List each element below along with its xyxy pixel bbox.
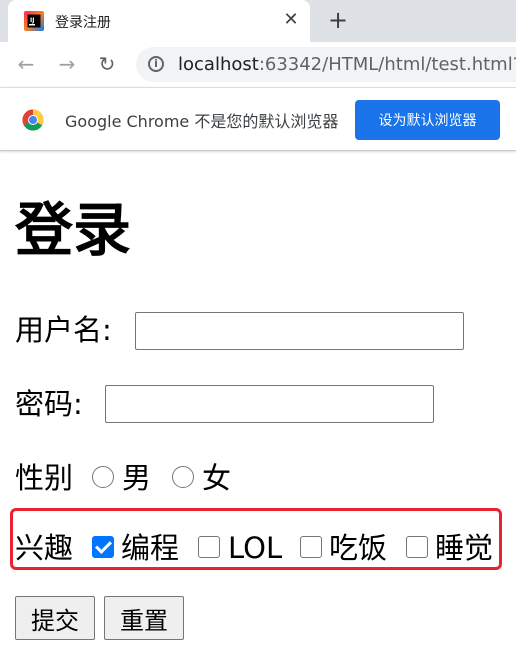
page-title: 登录 (15, 196, 132, 264)
default-browser-infobar: Google Chrome 不是您的默认浏览器 设为默认浏览器 (0, 87, 516, 151)
tab-title: 登录注册 (55, 15, 111, 31)
hobby-checkbox-lol[interactable] (198, 536, 220, 558)
password-label: 密码: (15, 387, 83, 421)
forward-arrow-icon[interactable]: → (56, 52, 78, 76)
hobby-option-label: 吃饭 (329, 531, 388, 565)
page-content: 登录 用户名: 密码: 性别 男 女 兴趣 编程 LOL 吃饭 睡觉 提交 重置 (0, 150, 516, 646)
gender-radio-female[interactable] (172, 466, 194, 488)
svg-text:IJ: IJ (30, 17, 34, 24)
gender-radio-male[interactable] (92, 466, 114, 488)
reload-icon[interactable]: ↻ (96, 52, 118, 76)
hobby-checkbox-programming[interactable] (92, 536, 114, 558)
infobar-message: Google Chrome 不是您的默认浏览器 (65, 112, 339, 131)
gender-option-label: 男 (122, 461, 152, 495)
hobby-option-label: 编程 (121, 531, 180, 565)
address-bar[interactable]: i localhost:63342/HTML/html/test.html?_i… (136, 47, 516, 82)
hobbies-label: 兴趣 (15, 531, 74, 565)
submit-button[interactable]: 提交 (15, 596, 95, 640)
username-input[interactable] (135, 312, 464, 350)
hobby-checkbox-sleeping[interactable] (406, 536, 428, 558)
close-tab-icon[interactable]: ✕ (282, 10, 300, 30)
checkmark-icon (95, 537, 112, 554)
info-icon[interactable]: i (148, 56, 164, 72)
new-tab-button[interactable]: + (326, 8, 350, 33)
gender-option-label: 女 (202, 461, 232, 495)
tab-strip: IJ 登录注册 ✕ + (0, 0, 516, 42)
chrome-logo-icon (22, 109, 44, 131)
hobby-option-label: 睡觉 (435, 531, 494, 565)
reset-button[interactable]: 重置 (104, 596, 184, 640)
jetbrains-icon: IJ (24, 11, 44, 31)
hobby-option-label: LOL (228, 531, 283, 565)
url-host: localhost (178, 54, 259, 75)
gender-label: 性别 (15, 461, 74, 495)
url-path: :63342/HTML/html/test.html?_ij (258, 54, 516, 75)
password-input[interactable] (105, 385, 434, 423)
back-arrow-icon[interactable]: ← (15, 52, 37, 76)
browser-tab[interactable]: IJ 登录注册 ✕ (8, 0, 310, 42)
username-label: 用户名: (15, 313, 112, 347)
url-text: localhost:63342/HTML/html/test.html?_ij (178, 54, 516, 75)
hobby-checkbox-eating[interactable] (300, 536, 322, 558)
set-default-browser-button[interactable]: 设为默认浏览器 (355, 100, 500, 140)
browser-toolbar: ← → ↻ i localhost:63342/HTML/html/test.h… (0, 42, 516, 87)
